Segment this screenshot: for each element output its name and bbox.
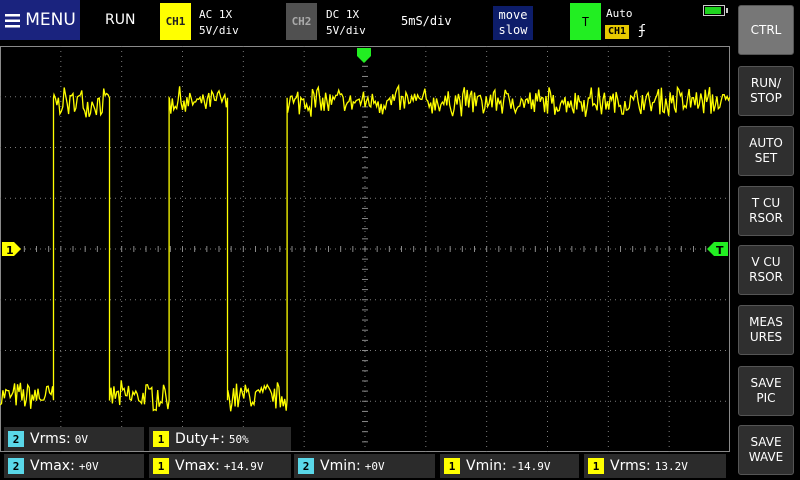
move-speed: slow <box>498 23 528 37</box>
voltage-cursor-button[interactable]: V CU RSOR <box>738 245 794 295</box>
trigger-source[interactable]: CH1 <box>605 25 630 39</box>
measurement-ch2-vrms[interactable]: 2 Vrms: 0V <box>4 427 144 451</box>
measurement-ch1-vrms[interactable]: 1 Vrms: 13.2V <box>584 454 726 478</box>
ch1-badge: 1 <box>153 431 169 447</box>
measurement-ch1-vmax[interactable]: 1 Vmax: +14.9V <box>149 454 291 478</box>
trigger-position-marker <box>357 48 371 63</box>
ch1-badge: 1 <box>444 458 460 474</box>
measurement-ch2-vmin[interactable]: 2 Vmin: +0V <box>294 454 435 478</box>
ch2-badge: 2 <box>8 458 24 474</box>
trigger-mode[interactable]: Auto <box>606 7 633 20</box>
ch1-badge: 1 <box>588 458 604 474</box>
trigger-level-label: T <box>716 244 724 257</box>
ch2-badge: 2 <box>8 431 24 447</box>
measurement-value: -14.9V <box>510 459 551 473</box>
ch1-badge: 1 <box>153 458 169 474</box>
measurement-value: +0V <box>78 459 99 473</box>
ch2-badge: 2 <box>298 458 314 474</box>
measurement-label: Vmin <box>466 458 502 474</box>
menu-label: MENU <box>25 10 76 30</box>
waveform-display[interactable]: 1 T <box>0 46 730 452</box>
move-speed-button[interactable]: move slow <box>493 6 533 40</box>
ch2-scale: 5V/div <box>326 24 366 37</box>
move-label: move <box>498 8 528 22</box>
measurement-value: 13.2V <box>654 459 688 473</box>
timebase[interactable]: 5mS/div <box>401 14 452 28</box>
measurement-value: 50% <box>228 432 249 446</box>
measurement-ch1-duty[interactable]: 1 Duty+: 50% <box>149 427 291 451</box>
measurement-label: Vmax <box>30 458 71 474</box>
measurement-value: 0V <box>74 432 88 446</box>
menu-icon <box>5 13 21 27</box>
run-stop-button[interactable]: RUN/ STOP <box>738 66 794 116</box>
ch2-settings[interactable]: DC 1X 5V/div <box>326 7 366 39</box>
measures-button[interactable]: MEAS URES <box>738 305 794 355</box>
ch1-ground-label: 1 <box>6 244 14 257</box>
measurement-label: Duty+ <box>175 431 221 447</box>
ch1-scale: 5V/div <box>199 24 239 37</box>
measurement-value: +0V <box>364 459 385 473</box>
save-picture-button[interactable]: SAVE PIC <box>738 366 794 416</box>
measurement-ch1-vmin[interactable]: 1 Vmin: -14.9V <box>440 454 579 478</box>
auto-set-button[interactable]: AUTO SET <box>738 126 794 176</box>
ch1-settings[interactable]: AC 1X 5V/div <box>199 7 239 39</box>
battery-icon <box>703 5 728 16</box>
save-wave-button[interactable]: SAVE WAVE <box>738 425 794 475</box>
measurement-ch2-vmax[interactable]: 2 Vmax: +0V <box>4 454 144 478</box>
trigger-tag[interactable]: T <box>570 3 601 40</box>
measurement-value: +14.9V <box>223 459 264 473</box>
measurement-label: Vmin <box>320 458 356 474</box>
time-cursor-button[interactable]: T CU RSOR <box>738 186 794 236</box>
measurement-label: Vmax <box>175 458 216 474</box>
ch2-coupling: DC 1X <box>326 8 360 21</box>
ch1-tag[interactable]: CH1 <box>160 3 191 40</box>
measurement-label: Vrms <box>30 431 67 447</box>
menu-button[interactable]: MENU <box>0 0 80 40</box>
run-state[interactable]: RUN <box>105 12 135 28</box>
ctrl-button[interactable]: CTRL <box>738 5 794 55</box>
ch2-tag[interactable]: CH2 <box>286 3 317 40</box>
ch1-coupling: AC 1X <box>199 8 233 21</box>
rising-edge-icon: ʄ <box>638 23 646 38</box>
measurement-label: Vrms <box>610 458 647 474</box>
